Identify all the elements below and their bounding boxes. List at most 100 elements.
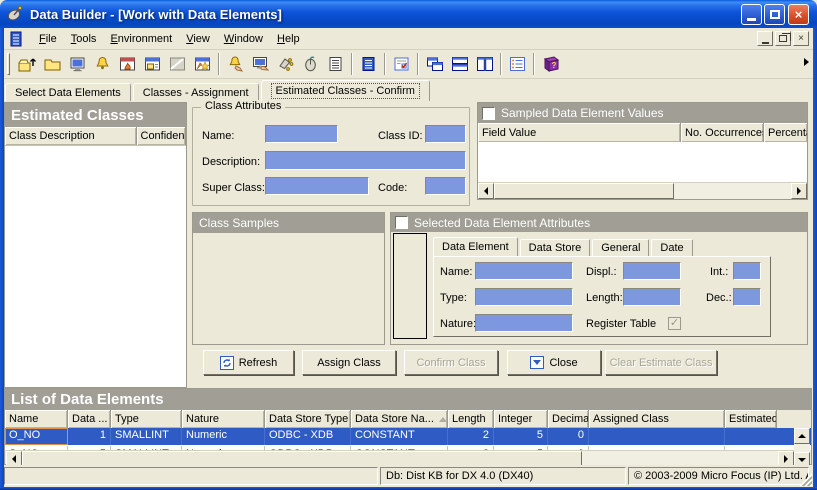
cascade-windows-icon[interactable] — [422, 52, 447, 77]
scroll-up-button[interactable] — [794, 428, 810, 444]
cell-data-store-type[interactable]: ODBC - XDB — [265, 428, 351, 445]
selected-attributes-checkbox[interactable] — [395, 216, 408, 229]
column-type[interactable]: Type — [111, 410, 182, 428]
cell-data-store-name[interactable]: CONSTANT — [351, 428, 448, 445]
column-no-occurrences[interactable]: No. Occurrences — [681, 123, 764, 142]
column-assigned-class[interactable]: Assigned Class — [589, 410, 725, 428]
help-book-icon[interactable]: ? — [538, 52, 563, 77]
monitor-icon[interactable] — [65, 52, 90, 77]
column-length[interactable]: Length — [448, 410, 494, 428]
attr-int-field[interactable] — [733, 262, 761, 280]
subtab-general[interactable]: General — [592, 239, 649, 256]
refresh-button[interactable]: Refresh — [203, 350, 294, 375]
column-confidence[interactable]: Confidence — [137, 127, 187, 145]
name-field[interactable] — [265, 125, 338, 143]
cell-estimated[interactable] — [725, 428, 777, 445]
mdi-close-button[interactable]: × — [793, 31, 809, 46]
super-class-field[interactable] — [265, 177, 369, 195]
scroll-right-button[interactable] — [791, 183, 807, 199]
menu-file[interactable]: File — [32, 30, 64, 48]
sampled-values-hscrollbar — [478, 182, 807, 199]
screen-export-icon[interactable] — [248, 52, 273, 77]
estimated-classes-list[interactable] — [5, 146, 186, 387]
subtab-date[interactable]: Date — [651, 239, 692, 256]
description-field[interactable] — [265, 151, 466, 170]
menu-view[interactable]: View — [179, 30, 217, 48]
close-button[interactable]: × — [788, 4, 809, 25]
resize-grip[interactable] — [799, 473, 812, 486]
open-icon[interactable] — [15, 52, 40, 77]
toolbar-overflow-arrow[interactable] — [804, 58, 809, 66]
checklist-icon[interactable] — [389, 52, 414, 77]
alert-icon[interactable] — [90, 52, 115, 77]
attribute-selector-box[interactable] — [393, 233, 427, 339]
mdi-restore-button[interactable] — [775, 31, 791, 46]
table-note-icon[interactable] — [140, 52, 165, 77]
attr-length-field[interactable] — [623, 288, 681, 306]
column-data-store-type[interactable]: Data Store Type — [265, 410, 351, 428]
column-estimated[interactable]: Estimated — [725, 410, 777, 428]
tile-vertical-icon[interactable] — [472, 52, 497, 77]
tab-select-data-elements[interactable]: Select Data Elements — [5, 83, 131, 101]
data-store-icon[interactable] — [115, 52, 140, 77]
grid-disabled-icon[interactable] — [165, 52, 190, 77]
subtab-data-element[interactable]: Data Element — [433, 237, 518, 256]
assign-icon[interactable] — [273, 52, 298, 77]
scroll-thumb[interactable] — [494, 183, 674, 199]
register-table-checkbox[interactable]: ✓ — [668, 317, 681, 330]
catalog-icon[interactable] — [356, 52, 381, 77]
column-nature[interactable]: Nature — [182, 410, 265, 428]
scroll-left-button[interactable] — [478, 183, 494, 199]
menu-help[interactable]: Help — [270, 30, 307, 48]
class-id-field[interactable] — [425, 125, 466, 143]
sampled-values-checkbox[interactable] — [482, 107, 495, 120]
maximize-button[interactable] — [764, 4, 785, 25]
table-row-selected[interactable]: O_NO 1 SMALLINT Numeric ODBC - XDB CONST… — [5, 428, 811, 445]
column-integer[interactable]: Integer — [494, 410, 548, 428]
attr-name-field[interactable] — [475, 262, 573, 280]
menu-environment[interactable]: Environment — [103, 30, 179, 48]
cell-nature[interactable]: Numeric — [182, 428, 265, 445]
attr-dec-field[interactable] — [733, 288, 761, 306]
cell-assigned-class[interactable] — [589, 428, 725, 445]
toolbar-grip[interactable] — [7, 53, 10, 75]
cell-name[interactable]: O_NO — [5, 428, 68, 445]
table-edit-icon[interactable] — [190, 52, 215, 77]
sampled-values-list[interactable] — [478, 142, 807, 182]
clear-estimate-class-button[interactable]: Clear Estimate Class — [605, 350, 717, 375]
tile-horizontal-icon[interactable] — [447, 52, 472, 77]
column-data[interactable]: Data ... — [68, 410, 111, 428]
cell-data[interactable]: 1 — [68, 428, 111, 445]
cell-type[interactable]: SMALLINT — [111, 428, 182, 445]
status-panel-empty — [4, 467, 378, 485]
attr-displ-field[interactable] — [623, 262, 681, 280]
cell-integer[interactable]: 5 — [494, 428, 548, 445]
details-icon[interactable] — [505, 52, 530, 77]
menu-tools[interactable]: Tools — [64, 30, 104, 48]
alert-action-icon[interactable] — [223, 52, 248, 77]
tab-classes-assignment[interactable]: Classes - Assignment — [133, 83, 259, 101]
menu-window[interactable]: Window — [217, 30, 270, 48]
mouse-icon[interactable] — [298, 52, 323, 77]
attr-nature-label: Nature: — [440, 318, 476, 330]
list-icon[interactable] — [323, 52, 348, 77]
assign-class-button[interactable]: Assign Class — [302, 350, 396, 375]
code-field[interactable] — [425, 177, 466, 195]
column-field-value[interactable]: Field Value — [478, 123, 681, 142]
mdi-minimize-button[interactable] — [757, 31, 773, 46]
attr-type-field[interactable] — [475, 288, 573, 306]
cell-length[interactable]: 2 — [448, 428, 494, 445]
column-data-store-name[interactable]: Data Store Na... — [351, 410, 448, 428]
folder-icon[interactable] — [40, 52, 65, 77]
confirm-class-button[interactable]: Confirm Class — [404, 350, 498, 375]
attr-nature-field[interactable] — [475, 314, 573, 332]
tab-estimated-classes-confirm[interactable]: Estimated Classes - Confirm — [261, 80, 430, 101]
column-name[interactable]: Name — [5, 410, 68, 428]
subtab-data-store[interactable]: Data Store — [520, 239, 591, 256]
close-panel-button[interactable]: Close — [507, 350, 601, 375]
column-percentage[interactable]: Percentage — [764, 123, 807, 142]
minimize-button[interactable] — [741, 4, 762, 25]
column-class-description[interactable]: Class Description — [5, 127, 137, 145]
cell-decimal[interactable]: 0 — [548, 428, 589, 445]
column-decimal[interactable]: Decimal — [548, 410, 589, 428]
